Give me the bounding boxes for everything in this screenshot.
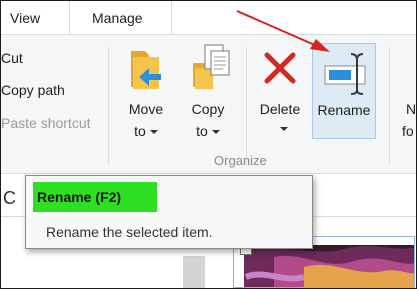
copy-path-button[interactable]: Copy path <box>1 82 65 98</box>
move-to-icon <box>131 51 161 89</box>
tooltip-description: Rename the selected item. <box>46 224 213 240</box>
move-to-label-2: to <box>134 123 146 139</box>
move-to-button[interactable]: Move to <box>117 35 175 163</box>
move-to-label: Move <box>128 101 164 117</box>
paste-shortcut-button[interactable]: Paste shortcut <box>1 115 91 131</box>
tooltip-title: Rename (F2) <box>33 182 157 212</box>
group-divider <box>108 47 109 165</box>
tab-divider <box>69 1 70 34</box>
group-divider <box>389 47 390 165</box>
tab-view[interactable]: View <box>10 10 40 26</box>
rename-icon <box>324 53 366 95</box>
dropdown-caret-icon <box>211 130 220 135</box>
rename-button[interactable]: Rename <box>312 43 376 139</box>
scrollbar-track[interactable] <box>183 256 205 288</box>
rename-label: Rename <box>317 102 371 118</box>
file-explorer-window: View Manage Cut Copy path Paste shortcut… <box>0 0 417 289</box>
delete-button[interactable]: Delete <box>251 35 309 163</box>
new-folder-label: N <box>406 101 417 117</box>
copy-to-label: Copy <box>191 101 225 117</box>
dropdown-caret-icon <box>149 130 158 135</box>
new-folder-label-2: fo <box>402 123 414 139</box>
copy-to-icon <box>193 44 230 89</box>
ribbon-tab-bar: View Manage <box>1 1 416 35</box>
tab-manage[interactable]: Manage <box>92 10 143 26</box>
ribbon-home: Cut Copy path Paste shortcut Move to Cop… <box>1 35 416 174</box>
cut-button[interactable]: Cut <box>1 50 23 66</box>
delete-icon <box>264 52 296 84</box>
copy-to-button[interactable]: Copy to <box>179 35 237 163</box>
organize-group-label: Organize <box>214 153 267 168</box>
new-folder-button[interactable]: N fo <box>398 35 417 163</box>
dropdown-caret-icon <box>280 127 288 131</box>
rename-tooltip: Rename (F2) Rename the selected item. <box>25 175 313 249</box>
delete-label: Delete <box>259 101 301 117</box>
group-divider <box>246 47 247 165</box>
tab-divider <box>171 1 172 34</box>
copy-to-label-2: to <box>196 123 208 139</box>
address-bar-fragment: C <box>3 188 16 208</box>
